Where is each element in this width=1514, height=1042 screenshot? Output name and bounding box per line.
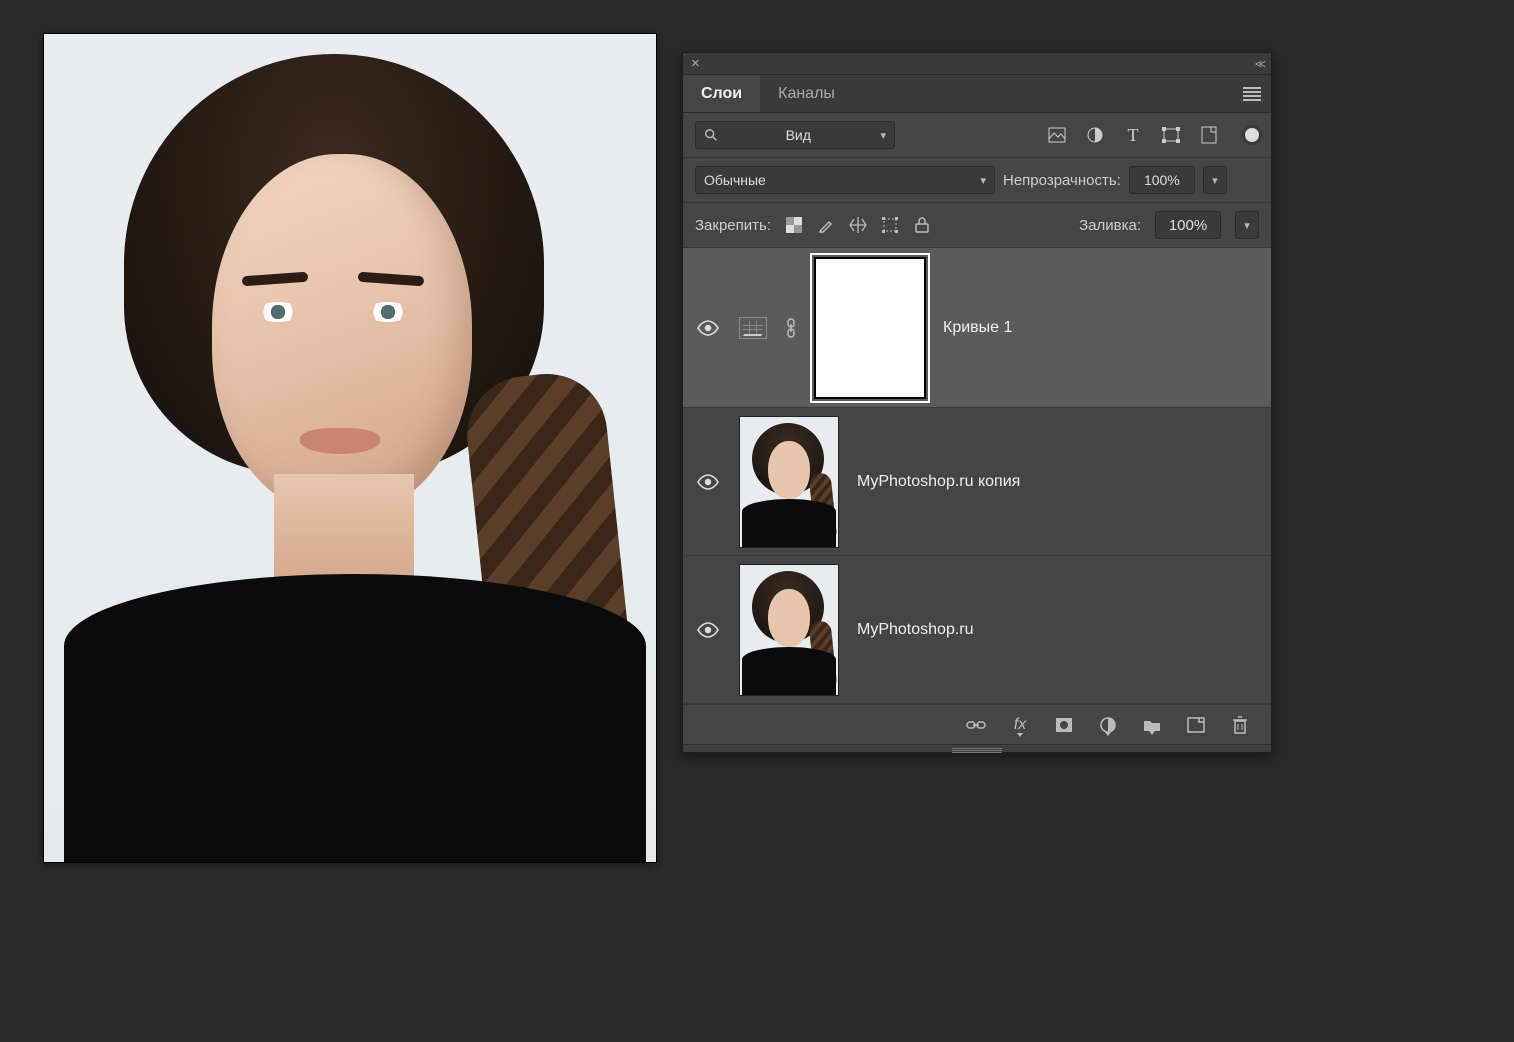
curves-adjustment-icon — [739, 317, 767, 339]
layers-panel: × << Слои Каналы Вид ▾ T — [682, 52, 1272, 753]
chevron-down-icon: ▾ — [980, 174, 986, 187]
panel-resize-grip[interactable] — [683, 744, 1271, 752]
fill-label: Заливка: — [1079, 217, 1141, 234]
tab-label: Слои — [701, 85, 742, 103]
lock-position-icon[interactable] — [849, 216, 867, 234]
layers-list: Кривые 1 MyPhotoshop.ru копия — [683, 248, 1271, 704]
lock-transparency-icon[interactable] — [785, 216, 803, 234]
smartobject-filter-icon[interactable] — [1199, 125, 1219, 145]
fill-value-input[interactable]: 100% — [1155, 211, 1221, 239]
delete-layer-icon[interactable] — [1229, 714, 1251, 736]
shape-filter-icon[interactable] — [1161, 125, 1181, 145]
fill-slider-toggle[interactable]: ▾ — [1235, 211, 1259, 239]
mask-link-icon[interactable] — [785, 318, 797, 338]
filter-kind-dropdown[interactable]: Вид ▾ — [695, 121, 895, 149]
tab-channels[interactable]: Каналы — [760, 75, 853, 112]
opacity-slider-toggle[interactable]: ▾ — [1203, 166, 1227, 194]
image-filter-icon[interactable] — [1047, 125, 1067, 145]
layer-row[interactable]: MyPhotoshop.ru — [683, 556, 1271, 704]
layer-row[interactable]: MyPhotoshop.ru копия — [683, 408, 1271, 556]
panel-menu-icon[interactable] — [1243, 85, 1261, 99]
adjustment-filter-icon[interactable] — [1085, 125, 1105, 145]
opacity-label: Непрозрачность: — [1003, 172, 1121, 189]
visibility-toggle-icon[interactable] — [695, 469, 721, 495]
layers-panel-footer: fx — [683, 704, 1271, 744]
lock-row: Закрепить: Заливка: 100% ▾ — [683, 203, 1271, 248]
filter-kind-label: Вид — [786, 127, 811, 143]
document-canvas[interactable] — [44, 34, 656, 862]
canvas-image — [44, 34, 656, 862]
tab-layers[interactable]: Слои — [683, 75, 760, 112]
add-mask-icon[interactable] — [1053, 714, 1075, 736]
panel-tabs: Слои Каналы — [683, 75, 1271, 113]
opacity-value: 100% — [1144, 172, 1180, 188]
layer-name[interactable]: MyPhotoshop.ru — [857, 621, 974, 639]
search-icon — [704, 128, 718, 142]
chevron-down-icon: ▾ — [880, 129, 886, 142]
blend-mode-value: Обычные — [704, 172, 766, 188]
type-filter-icon[interactable]: T — [1123, 125, 1143, 145]
blend-row: Обычные ▾ Непрозрачность: 100% ▾ — [683, 158, 1271, 203]
layer-row[interactable]: Кривые 1 — [683, 248, 1271, 408]
lock-label: Закрепить: — [695, 217, 771, 234]
layer-thumbnail[interactable] — [739, 416, 839, 548]
tab-label: Каналы — [778, 85, 835, 103]
layer-thumbnail[interactable] — [739, 564, 839, 696]
layer-name[interactable]: MyPhotoshop.ru копия — [857, 473, 1020, 491]
fill-value: 100% — [1169, 217, 1207, 234]
lock-artboard-icon[interactable] — [881, 216, 899, 234]
lock-all-icon[interactable] — [913, 216, 931, 234]
panel-titlebar: × << — [683, 53, 1271, 75]
layer-filter-row: Вид ▾ T — [683, 113, 1271, 158]
layer-name[interactable]: Кривые 1 — [943, 319, 1012, 337]
blend-mode-dropdown[interactable]: Обычные ▾ — [695, 166, 995, 194]
filter-toggle[interactable] — [1245, 128, 1259, 142]
new-group-icon[interactable] — [1141, 714, 1163, 736]
new-layer-icon[interactable] — [1185, 714, 1207, 736]
lock-pixels-icon[interactable] — [817, 216, 835, 234]
link-layers-icon[interactable] — [965, 714, 987, 736]
new-adjustment-icon[interactable] — [1097, 714, 1119, 736]
opacity-value-input[interactable]: 100% — [1129, 166, 1195, 194]
visibility-toggle-icon[interactable] — [695, 315, 721, 341]
visibility-toggle-icon[interactable] — [695, 617, 721, 643]
layer-mask-thumbnail[interactable] — [815, 258, 925, 398]
collapse-panel-icon[interactable]: << — [1255, 57, 1263, 71]
close-panel-icon[interactable]: × — [691, 55, 700, 72]
layer-fx-icon[interactable]: fx — [1009, 714, 1031, 736]
